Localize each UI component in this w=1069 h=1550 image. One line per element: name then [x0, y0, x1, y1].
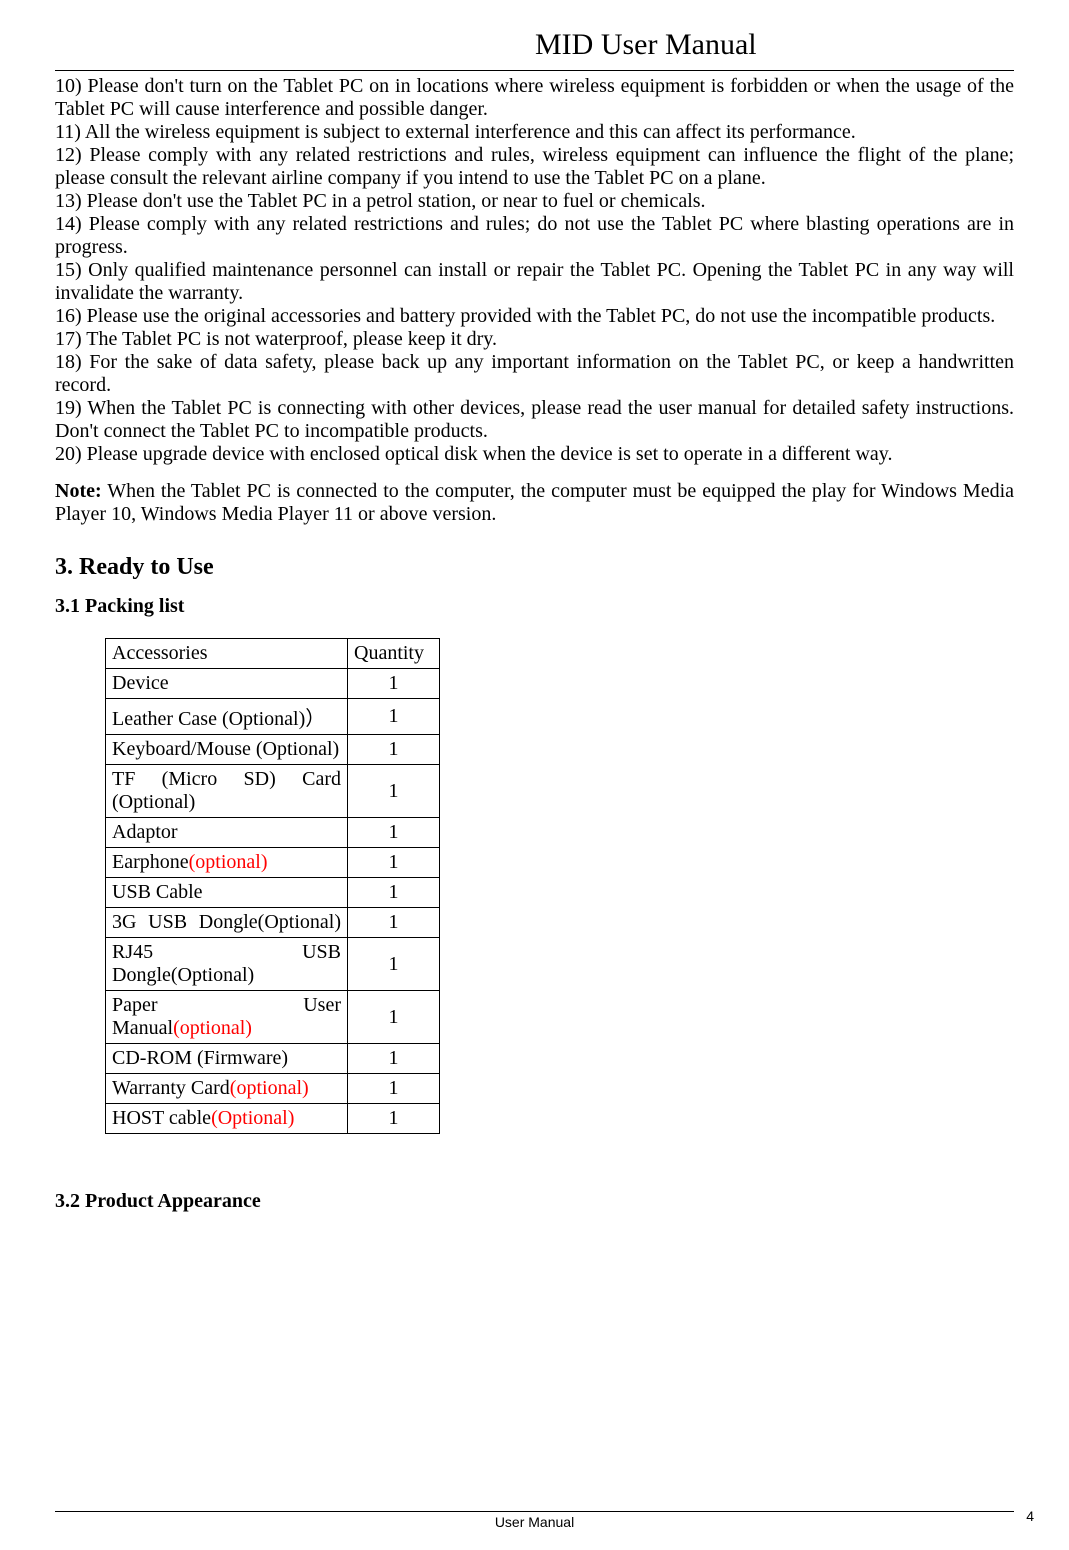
table-row: Leather Case (Optional)） 1: [106, 699, 440, 735]
paragraph-13: 13) Please don't use the Tablet PC in a …: [55, 190, 1014, 213]
paragraph-10: 10) Please don't turn on the Tablet PC o…: [55, 75, 1014, 121]
paragraph-18: 18) For the sake of data safety, please …: [55, 351, 1014, 397]
paragraph-15: 15) Only qualified maintenance personnel…: [55, 259, 1014, 305]
table-row: Warranty Card(optional) 1: [106, 1074, 440, 1104]
section-3-2-heading: 3.2 Product Appearance: [55, 1190, 1014, 1213]
table-row: TF (Micro SD) Card (Optional) 1: [106, 765, 440, 818]
table-row: Adaptor 1: [106, 818, 440, 848]
table-row: HOST cable(Optional) 1: [106, 1104, 440, 1134]
table-row: Earphone(optional) 1: [106, 848, 440, 878]
document-header-title: MID User Manual: [55, 28, 1014, 62]
cell-accessory: Adaptor: [106, 818, 348, 848]
table-row: Device 1: [106, 669, 440, 699]
paragraph-16: 16) Please use the original accessories …: [55, 305, 1014, 328]
cell-quantity: 1: [348, 818, 440, 848]
cell-accessory: CD-ROM (Firmware): [106, 1044, 348, 1074]
note-text: When the Tablet PC is connected to the c…: [55, 480, 1014, 525]
cell-quantity: 1: [348, 669, 440, 699]
table-row: USB Cable 1: [106, 878, 440, 908]
table-row: RJ45 USB Dongle(Optional) 1: [106, 938, 440, 991]
note-label: Note:: [55, 480, 102, 502]
paragraph-17: 17) The Tablet PC is not waterproof, ple…: [55, 328, 1014, 351]
cell-quantity: 1: [348, 908, 440, 938]
cell-accessory: USB Cable: [106, 878, 348, 908]
cell-accessory: Leather Case (Optional)）: [106, 699, 348, 735]
paragraph-19: 19) When the Tablet PC is connecting wit…: [55, 397, 1014, 443]
cell-accessory: Keyboard/Mouse (Optional): [106, 735, 348, 765]
cell-accessory: TF (Micro SD) Card (Optional): [106, 765, 348, 818]
table-row: Paper User Manual(optional) 1: [106, 991, 440, 1044]
section-3-1-heading: 3.1 Packing list: [55, 595, 1014, 618]
cell-accessory: Warranty Card(optional): [106, 1074, 348, 1104]
footer-text: User Manual 4: [55, 1514, 1014, 1530]
cell-quantity: 1: [348, 735, 440, 765]
cell-quantity: 1: [348, 1074, 440, 1104]
cell-accessory: RJ45 USB Dongle(Optional): [106, 938, 348, 991]
table-row: CD-ROM (Firmware) 1: [106, 1044, 440, 1074]
cell-quantity: 1: [348, 991, 440, 1044]
header-accessories: Accessories: [106, 639, 348, 669]
footer-divider: [55, 1511, 1014, 1512]
cell-quantity: 1: [348, 938, 440, 991]
table-row: Keyboard/Mouse (Optional) 1: [106, 735, 440, 765]
cell-quantity: 1: [348, 765, 440, 818]
note-block: Note: When the Tablet PC is connected to…: [55, 480, 1014, 526]
cell-accessory: 3G USB Dongle(Optional): [106, 908, 348, 938]
header-quantity: Quantity: [348, 639, 440, 669]
paragraph-11: 11) All the wireless equipment is subjec…: [55, 121, 1014, 144]
paragraph-20: 20) Please upgrade device with enclosed …: [55, 443, 1014, 466]
table-row: 3G USB Dongle(Optional) 1: [106, 908, 440, 938]
cell-accessory: HOST cable(Optional): [106, 1104, 348, 1134]
cell-quantity: 1: [348, 699, 440, 735]
cell-quantity: 1: [348, 1104, 440, 1134]
cell-quantity: 1: [348, 878, 440, 908]
page-number: 4: [1026, 1508, 1034, 1524]
cell-quantity: 1: [348, 1044, 440, 1074]
section-3-heading: 3. Ready to Use: [55, 554, 1014, 581]
paragraph-12: 12) Please comply with any related restr…: [55, 144, 1014, 190]
header-divider: [55, 70, 1014, 71]
table-header-row: Accessories Quantity: [106, 639, 440, 669]
cell-quantity: 1: [348, 848, 440, 878]
cell-accessory: Earphone(optional): [106, 848, 348, 878]
page-footer: User Manual 4: [55, 1511, 1014, 1530]
cell-accessory: Device: [106, 669, 348, 699]
paragraph-14: 14) Please comply with any related restr…: [55, 213, 1014, 259]
body-paragraphs: 10) Please don't turn on the Tablet PC o…: [55, 75, 1014, 466]
cell-accessory: Paper User Manual(optional): [106, 991, 348, 1044]
packing-list-table: Accessories Quantity Device 1 Leather Ca…: [105, 638, 440, 1134]
